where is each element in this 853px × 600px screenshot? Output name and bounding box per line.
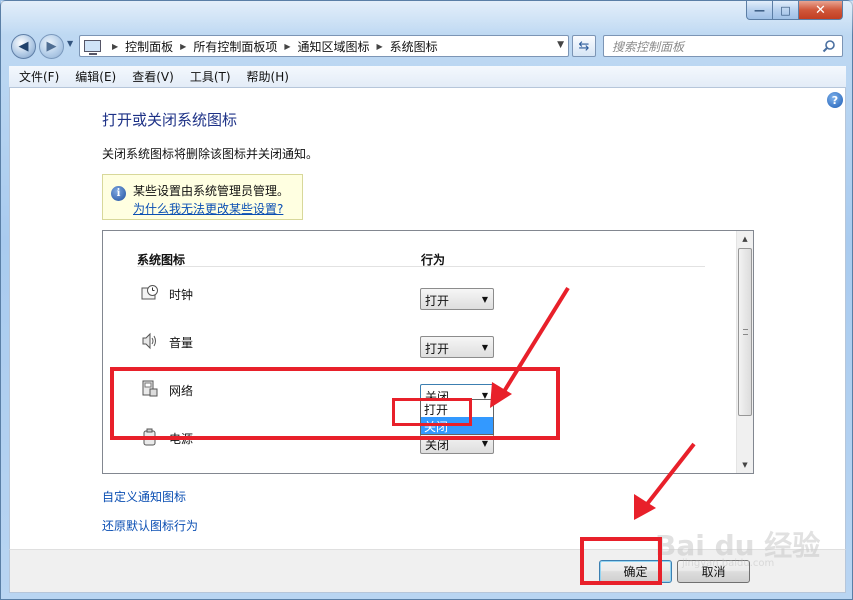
recent-pages-dropdown[interactable]: ▼ bbox=[67, 39, 73, 48]
power-icon bbox=[143, 428, 156, 446]
breadcrumb-control-panel[interactable]: 控制面板 bbox=[125, 38, 173, 55]
row-name-network: 网络 bbox=[169, 384, 194, 398]
chevron-right-icon[interactable]: ▶ bbox=[112, 42, 118, 51]
back-button[interactable]: ◀ bbox=[11, 34, 36, 59]
page-description: 关闭系统图标将删除该图标并关闭通知。 bbox=[102, 147, 319, 161]
header-divider bbox=[137, 266, 705, 267]
admin-notice: i 某些设置由系统管理员管理。 为什么我无法更改某些设置? bbox=[102, 174, 303, 220]
dialog-button-bar: 确定 取消 bbox=[9, 549, 846, 593]
row-name-clock: 时钟 bbox=[169, 288, 194, 302]
scroll-up-icon[interactable]: ▲ bbox=[737, 231, 753, 247]
system-icons-list: 系统图标 行为 时钟 打开 ▼ 音量 打开 ▼ 网络 关闭 ▼ 打开 关闭 电源… bbox=[102, 230, 754, 474]
back-arrow-icon: ◀ bbox=[18, 39, 29, 54]
clock-icon bbox=[141, 285, 158, 300]
menu-tools[interactable]: 工具(T) bbox=[182, 68, 239, 85]
row-name-power: 电源 bbox=[169, 432, 194, 446]
scroll-down-icon[interactable]: ▼ bbox=[737, 457, 753, 473]
search-placeholder: 搜索控制面板 bbox=[612, 39, 685, 54]
chevron-down-icon[interactable]: ▼ bbox=[557, 40, 564, 50]
breadcrumb-notification-icons[interactable]: 通知区域图标 bbox=[298, 38, 370, 55]
scroll-thumb[interactable] bbox=[738, 248, 752, 416]
chevron-right-icon[interactable]: ▶ bbox=[377, 42, 383, 51]
row-name-volume: 音量 bbox=[169, 336, 194, 350]
thumb-grip bbox=[743, 329, 748, 335]
restore-default-behavior-link[interactable]: 还原默认图标行为 bbox=[102, 517, 198, 534]
volume-behavior-select[interactable]: 打开 ▼ bbox=[420, 336, 494, 358]
close-button[interactable]: ✕ bbox=[799, 1, 843, 20]
dropdown-option-off[interactable]: 关闭 bbox=[421, 417, 493, 434]
power-behavior-value: 关闭 bbox=[425, 438, 450, 452]
refresh-button[interactable]: ⇆ bbox=[572, 35, 596, 57]
breadcrumb-all-items[interactable]: 所有控制面板项 bbox=[193, 38, 277, 55]
menu-help[interactable]: 帮助(H) bbox=[239, 68, 297, 85]
help-icon[interactable]: ? bbox=[827, 92, 843, 108]
customize-notification-icons-link[interactable]: 自定义通知图标 bbox=[102, 488, 186, 505]
vertical-scrollbar[interactable]: ▲ ▼ bbox=[736, 231, 753, 473]
ok-button[interactable]: 确定 bbox=[599, 560, 672, 583]
menu-file[interactable]: 文件(F) bbox=[11, 68, 67, 85]
chevron-right-icon[interactable]: ▶ bbox=[284, 42, 290, 51]
computer-icon bbox=[84, 40, 101, 55]
chevron-down-icon: ▼ bbox=[481, 343, 488, 352]
page-title: 打开或关闭系统图标 bbox=[102, 111, 238, 129]
close-icon: ✕ bbox=[815, 2, 826, 18]
network-behavior-dropdown: 打开 关闭 bbox=[420, 399, 494, 435]
content-pane: ? 打开或关闭系统图标 关闭系统图标将删除该图标并关闭通知。 i 某些设置由系统… bbox=[9, 88, 846, 549]
menu-bar: 文件(F) 编辑(E) 查看(V) 工具(T) 帮助(H) bbox=[9, 66, 846, 88]
forward-arrow-icon: ▶ bbox=[46, 39, 57, 54]
info-icon: i bbox=[111, 186, 126, 201]
chevron-down-icon: ▼ bbox=[481, 439, 488, 448]
network-icon bbox=[142, 380, 158, 397]
search-icon[interactable] bbox=[822, 39, 836, 53]
watermark-url: jingyan.baidu.com bbox=[682, 558, 775, 569]
clock-behavior-value: 打开 bbox=[425, 294, 450, 308]
notice-text: 某些设置由系统管理员管理。 bbox=[133, 184, 290, 198]
dropdown-option-on[interactable]: 打开 bbox=[421, 400, 493, 417]
title-bar bbox=[1, 1, 853, 35]
speaker-icon bbox=[142, 332, 156, 350]
clock-behavior-select[interactable]: 打开 ▼ bbox=[420, 288, 494, 310]
minimize-icon: — bbox=[754, 3, 765, 17]
search-input[interactable]: 搜索控制面板 bbox=[603, 35, 843, 57]
why-cant-change-link[interactable]: 为什么我无法更改某些设置? bbox=[133, 200, 283, 217]
forward-button[interactable]: ▶ bbox=[39, 34, 64, 59]
breadcrumb-system-icons[interactable]: 系统图标 bbox=[390, 38, 438, 55]
address-bar[interactable]: ▶ 控制面板 ▶ 所有控制面板项 ▶ 通知区域图标 ▶ 系统图标 ▼ bbox=[79, 35, 569, 57]
minimize-button[interactable]: — bbox=[746, 1, 773, 20]
maximize-icon: □ bbox=[780, 3, 791, 17]
volume-behavior-value: 打开 bbox=[425, 342, 450, 356]
menu-view[interactable]: 查看(V) bbox=[124, 68, 182, 85]
refresh-icon: ⇆ bbox=[578, 38, 590, 54]
menu-edit[interactable]: 编辑(E) bbox=[67, 68, 124, 85]
caption-buttons: — □ ✕ bbox=[746, 1, 843, 20]
chevron-right-icon[interactable]: ▶ bbox=[180, 42, 186, 51]
window-frame: — □ ✕ ◀ ▶ ▼ ▶ 控制面板 ▶ 所有控制面板项 ▶ 通知区域图标 ▶ … bbox=[0, 0, 853, 600]
chevron-down-icon: ▼ bbox=[481, 295, 488, 304]
maximize-button[interactable]: □ bbox=[773, 1, 799, 20]
power-behavior-select[interactable]: 关闭 ▼ bbox=[420, 432, 494, 454]
